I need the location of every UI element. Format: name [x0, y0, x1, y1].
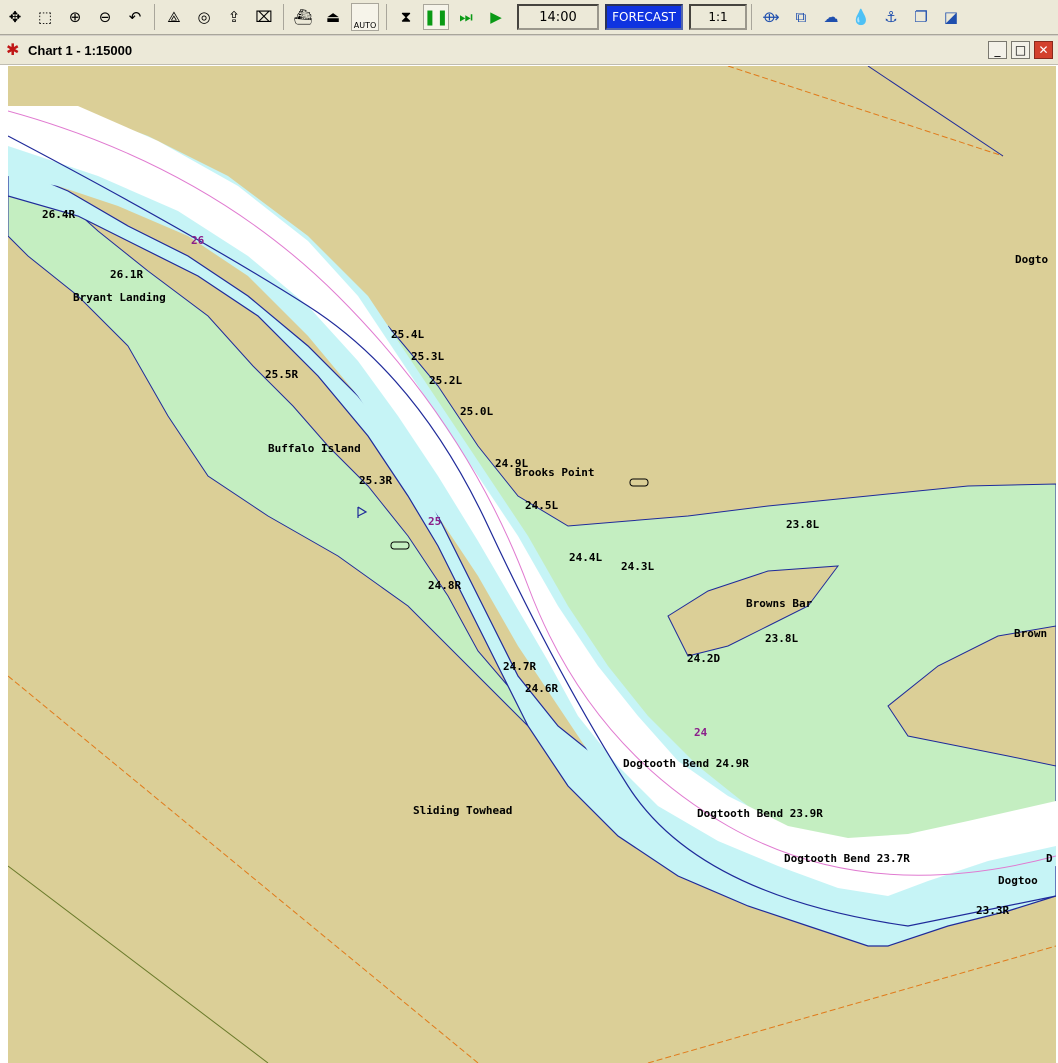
- crane-icon[interactable]: ⚓: [878, 4, 904, 30]
- target-icon[interactable]: ◎: [191, 4, 217, 30]
- chart-graph-icon[interactable]: ⧉: [788, 4, 814, 30]
- place-label: Dogtooth Bend 23.9R: [697, 807, 823, 820]
- pause-icon[interactable]: ❚❚: [423, 4, 449, 30]
- chart-canvas[interactable]: 26 25 24 Bryant Landing Buffalo Island B…: [8, 66, 1056, 1063]
- light-label: 25.3R: [359, 474, 392, 487]
- select-zoom-icon[interactable]: ⬚: [32, 4, 58, 30]
- light-label: 23.8L: [786, 518, 819, 531]
- light-label: 23.3R: [976, 904, 1009, 917]
- time-display: 14:00: [517, 4, 599, 30]
- window-titlebar: ✱ Chart 1 - 1:15000 _ □ ✕: [0, 36, 1058, 65]
- light-label: 24.6R: [525, 682, 558, 695]
- light-label: 24.2D: [687, 652, 720, 665]
- water-drop-icon[interactable]: 💧: [848, 4, 874, 30]
- play-icon[interactable]: ▶: [483, 4, 509, 30]
- fast-forward-icon[interactable]: ⏭: [453, 4, 479, 30]
- mile-marker: 24: [694, 726, 708, 739]
- place-label: Dogtoo: [998, 874, 1038, 887]
- place-label: D: [1046, 852, 1053, 865]
- window-title: Chart 1 - 1:15000: [28, 42, 133, 58]
- boat-icon[interactable]: ⏏: [320, 4, 346, 30]
- navigation-chart[interactable]: 26 25 24 Bryant Landing Buffalo Island B…: [8, 66, 1056, 1063]
- copy-windows-icon[interactable]: ❐: [908, 4, 934, 30]
- light-label: 24.8R: [428, 579, 461, 592]
- scale-display[interactable]: 1:1: [689, 4, 747, 30]
- zoom-in-icon[interactable]: ⊕: [62, 4, 88, 30]
- light-label: 24.3L: [621, 560, 654, 573]
- compass-icon[interactable]: ⟁: [161, 4, 187, 30]
- light-label: 24.9L: [495, 457, 528, 470]
- light-label: 25.5R: [265, 368, 298, 381]
- vessel-icon[interactable]: ⛴: [290, 4, 316, 30]
- light-label: 23.8L: [765, 632, 798, 645]
- weather-icon[interactable]: ☁: [818, 4, 844, 30]
- light-label: 24.5L: [525, 499, 558, 512]
- place-label: Browns Bar: [746, 597, 813, 610]
- move-cursor-icon[interactable]: ✥: [2, 4, 28, 30]
- ship-upload-icon[interactable]: ⇪: [221, 4, 247, 30]
- window-stack-icon[interactable]: ◪: [938, 4, 964, 30]
- light-label: 24.7R: [503, 660, 536, 673]
- place-label: Dogtooth Bend 24.9R: [623, 757, 749, 770]
- toolbar-separator: [386, 4, 387, 30]
- light-label: 25.0L: [460, 405, 493, 418]
- mile-marker: 26: [191, 234, 205, 247]
- place-label: Brown: [1014, 627, 1047, 640]
- light-label: 25.3L: [411, 350, 444, 363]
- layers-icon[interactable]: ⟴: [758, 4, 784, 30]
- place-label: Dogto: [1015, 253, 1048, 266]
- light-label: 25.2L: [429, 374, 462, 387]
- place-label: Dogtooth Bend 23.7R: [784, 852, 910, 865]
- place-label: Bryant Landing: [73, 291, 166, 304]
- toolbar-separator: [283, 4, 284, 30]
- toolbar-separator: [751, 4, 752, 30]
- zoom-out-icon[interactable]: ⊖: [92, 4, 118, 30]
- undo-icon[interactable]: ↶: [122, 4, 148, 30]
- ship-delete-icon[interactable]: ⌧: [251, 4, 277, 30]
- light-label: 24.4L: [569, 551, 602, 564]
- toolbar-separator: [154, 4, 155, 30]
- forecast-button[interactable]: FORECAST: [605, 4, 683, 30]
- maximize-button[interactable]: □: [1011, 41, 1030, 59]
- place-label: Buffalo Island: [268, 442, 361, 455]
- close-button[interactable]: ✕: [1034, 41, 1053, 59]
- main-toolbar: ✥ ⬚ ⊕ ⊖ ↶ ⟁ ◎ ⇪ ⌧ ⛴ ⏏ AUTO ⧗ ❚❚ ⏭ ▶ 14:0…: [0, 0, 1058, 35]
- place-label: Sliding Towhead: [413, 804, 512, 817]
- light-label: 26.4R: [42, 208, 75, 221]
- auto-button[interactable]: AUTO: [351, 3, 379, 31]
- app-logo-icon: ✱: [6, 40, 20, 59]
- auto-label: AUTO: [353, 21, 377, 30]
- minimize-button[interactable]: _: [988, 41, 1007, 59]
- light-label: 25.4L: [391, 328, 424, 341]
- light-label: 26.1R: [110, 268, 143, 281]
- chart-window: ✱ Chart 1 - 1:15000 _ □ ✕ 26 25 24 Bryan…: [0, 36, 1058, 1063]
- mile-marker: 25: [428, 515, 441, 528]
- stop-icon[interactable]: ⧗: [393, 4, 419, 30]
